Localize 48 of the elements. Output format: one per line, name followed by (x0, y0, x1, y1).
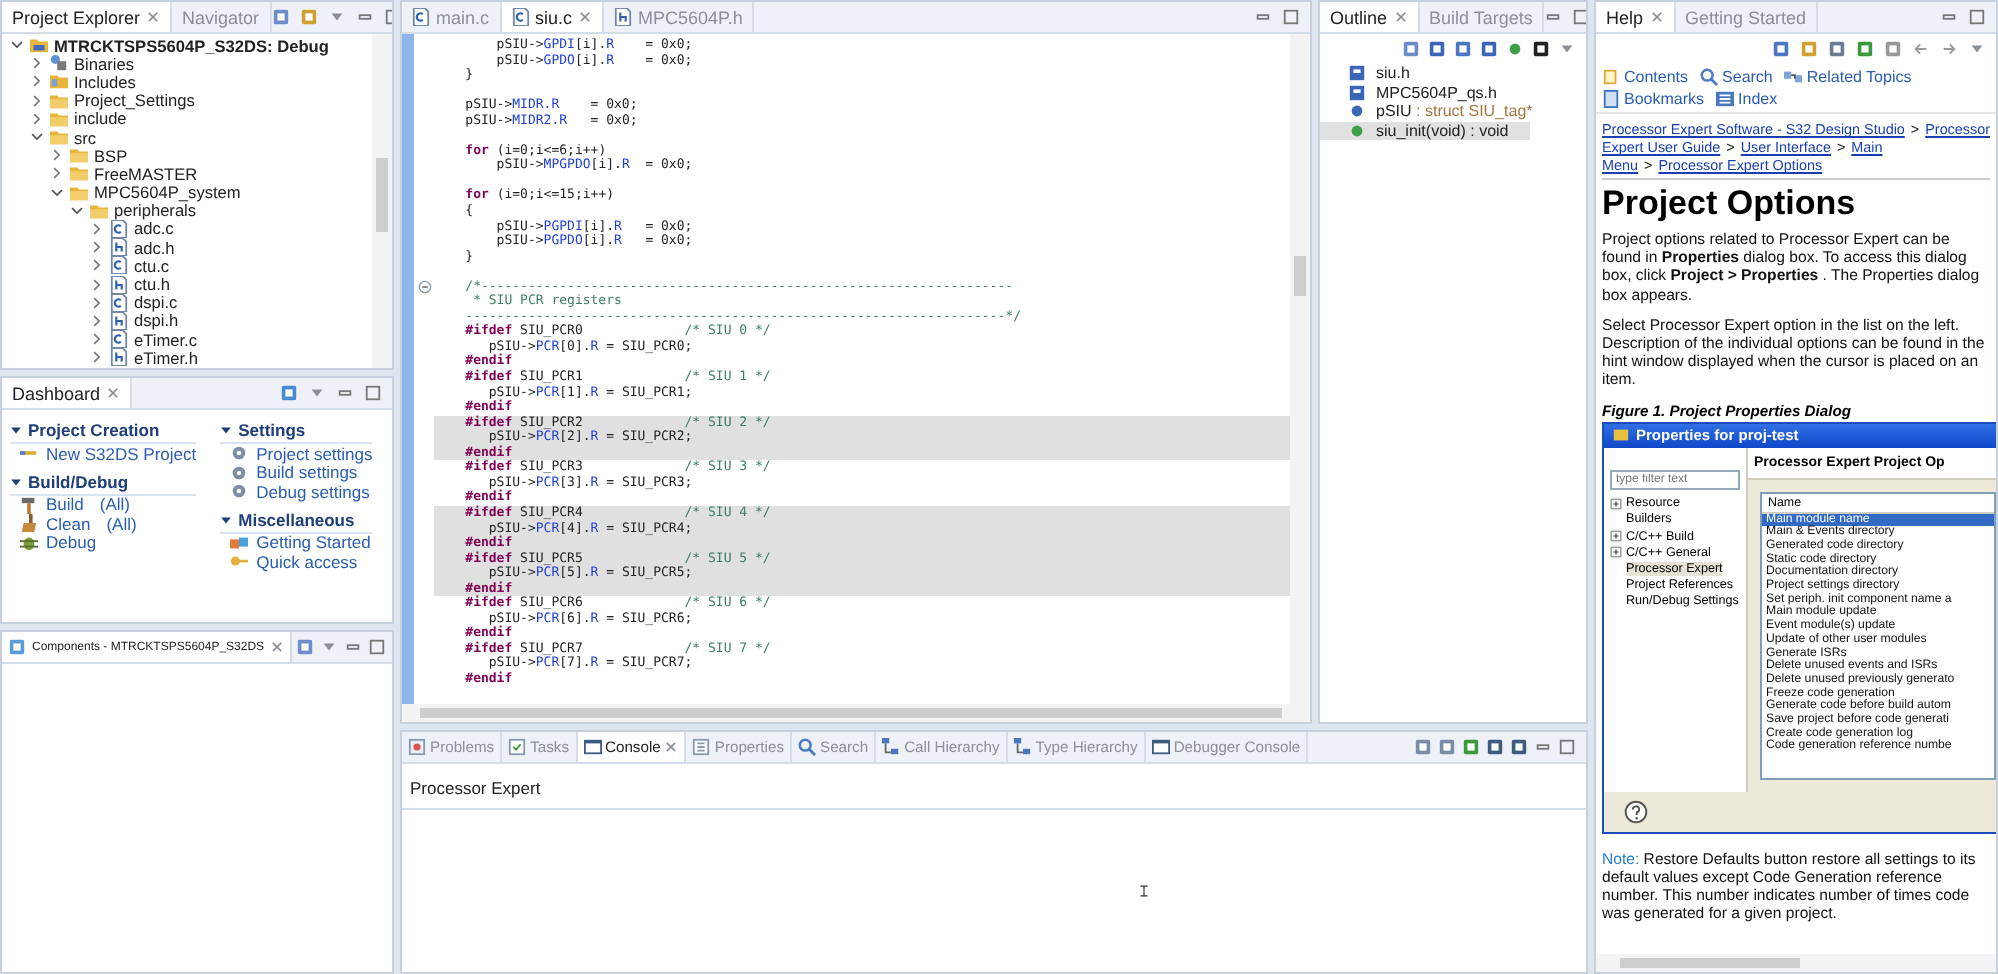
section-title: Miscellaneous (238, 509, 355, 529)
dashboard-link[interactable]: Project settings (256, 443, 373, 464)
section-title: Settings (238, 420, 306, 440)
tree-item[interactable]: adc.c (134, 218, 174, 239)
tree-item[interactable]: MPC5604P_system (94, 182, 241, 203)
outline-item[interactable]: siu.h (1376, 64, 1410, 83)
help-nav-link[interactable]: Search (1700, 68, 1773, 86)
tree-item[interactable]: eTimer.h (134, 347, 198, 368)
tree-item[interactable]: include (74, 108, 127, 129)
help-nav-link[interactable]: Index (1716, 90, 1778, 108)
tree-item[interactable]: ctu.c (134, 255, 170, 276)
tab[interactable]: siu.c (501, 2, 605, 32)
tree-item[interactable]: MTRCKTSPS5604P_S32DS: Debug (54, 35, 329, 56)
section-title: Project Creation (28, 420, 160, 440)
tree-item[interactable]: eTimer.c (134, 329, 198, 350)
tab[interactable]: Help (1596, 2, 1676, 32)
dashboard-link[interactable]: (All) (106, 513, 137, 534)
tree-item[interactable]: Binaries (74, 53, 134, 74)
tree-item[interactable]: Includes (74, 71, 136, 92)
dashboard-link[interactable]: Debug settings (256, 481, 370, 502)
help-nav-link[interactable]: Related Topics (1784, 68, 1912, 86)
tab[interactable]: Dashboard (2, 378, 133, 408)
tree-item[interactable]: peripherals (114, 200, 197, 221)
help-title: Project Options (1602, 184, 1858, 224)
tree-item[interactable]: ctu.h (134, 274, 170, 295)
dashboard-link[interactable]: Clean (46, 513, 91, 534)
outline-item[interactable]: pSIU : struct SIU_tag* (1376, 102, 1533, 121)
tree-item[interactable]: dspi.c (134, 292, 178, 313)
dashboard-link[interactable]: New S32DS Project (46, 443, 197, 464)
tab[interactable]: Outline (1320, 2, 1420, 32)
help-nav-link[interactable]: Contents (1602, 68, 1689, 86)
help-nav-link[interactable]: Bookmarks (1602, 90, 1705, 108)
tree-item[interactable]: dspi.h (134, 310, 179, 331)
outline-item[interactable]: MPC5604P_qs.h (1376, 83, 1497, 102)
dashboard-link[interactable]: Quick access (256, 551, 358, 572)
dashboard-link[interactable]: (All) (99, 494, 131, 515)
tree-item[interactable]: src (74, 127, 97, 148)
tree-item[interactable]: Project_Settings (74, 90, 195, 111)
dashboard-link[interactable]: Debug (46, 532, 97, 553)
tab[interactable]: Project Explorer (2, 2, 173, 32)
section-title: Build/Debug (28, 471, 129, 491)
tree-item[interactable]: FreeMASTER (94, 163, 198, 184)
dashboard-link[interactable]: Build settings (256, 462, 358, 483)
tree-item[interactable]: adc.h (134, 237, 175, 258)
dashboard-link[interactable]: Build (46, 494, 84, 515)
console-title: Processor Expert (410, 778, 541, 798)
dashboard-link[interactable]: Getting Started (256, 532, 371, 553)
tree-item[interactable]: BSP (94, 145, 128, 166)
